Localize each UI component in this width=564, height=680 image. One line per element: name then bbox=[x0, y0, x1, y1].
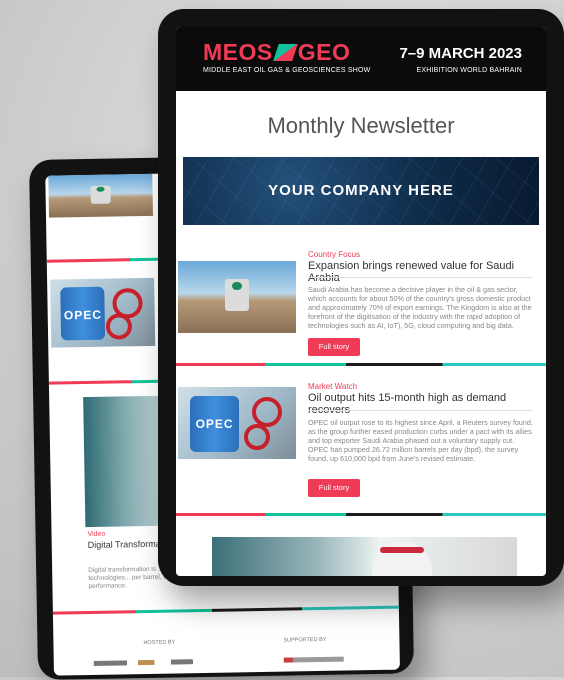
barrel-label: OPEC bbox=[195, 417, 234, 432]
divider-stripe bbox=[176, 513, 546, 516]
video-category: Video bbox=[87, 530, 106, 539]
oil-facility-image bbox=[48, 173, 153, 218]
front-tablet: MEOS GEO MIDDLE EAST OIL GAS & GEOSCIENCE… bbox=[158, 9, 564, 586]
article-body: Saudi Arabia has become a decisive playe… bbox=[308, 285, 532, 330]
newsletter-header: MEOS GEO MIDDLE EAST OIL GAS & GEOSCIENCE… bbox=[176, 27, 546, 91]
newsletter-screen[interactable]: MEOS GEO MIDDLE EAST OIL GAS & GEOSCIENCE… bbox=[176, 27, 546, 576]
supported-by-label: SUPPORTED BY bbox=[283, 636, 327, 644]
article-headline[interactable]: Expansion brings renewed value for Saudi… bbox=[308, 260, 538, 284]
article-category: Country Focus bbox=[308, 250, 361, 259]
video-person-image[interactable] bbox=[212, 537, 517, 576]
event-date: 7–9 MARCH 2023 bbox=[399, 45, 522, 62]
oil-facility-image bbox=[178, 261, 296, 333]
logo-subtitle: MIDDLE EAST OIL GAS & GEOSCIENCES SHOW bbox=[203, 67, 371, 74]
divider-stripe bbox=[176, 363, 546, 366]
newsletter-title: Monthly Newsletter bbox=[267, 113, 455, 138]
article-rule bbox=[308, 410, 533, 411]
sponsor-logo bbox=[283, 656, 344, 663]
event-venue: EXHIBITION WORLD BAHRAIN bbox=[416, 67, 522, 74]
article-headline[interactable]: Oil output hits 15-month high as demand … bbox=[308, 392, 538, 416]
article-category: Market Watch bbox=[308, 382, 358, 391]
barrel-label: OPEC bbox=[63, 307, 103, 322]
host-logos bbox=[93, 659, 204, 666]
hosted-by-label: HOSTED BY bbox=[143, 639, 176, 647]
opec-barrel-image: OPEC bbox=[178, 387, 296, 459]
meos-geo-logo: MEOS GEO bbox=[203, 39, 351, 65]
article-rule bbox=[308, 277, 533, 278]
article-body: OPEC oil output rose to its highest sinc… bbox=[308, 418, 533, 463]
banner-text: YOUR COMPANY HERE bbox=[268, 182, 454, 199]
divider-stripe bbox=[52, 605, 399, 615]
full-story-button[interactable]: Full story bbox=[308, 338, 360, 356]
company-banner[interactable]: YOUR COMPANY HERE bbox=[183, 157, 539, 225]
full-story-button[interactable]: Full story bbox=[308, 479, 360, 497]
opec-barrel-image: OPEC bbox=[50, 277, 156, 348]
